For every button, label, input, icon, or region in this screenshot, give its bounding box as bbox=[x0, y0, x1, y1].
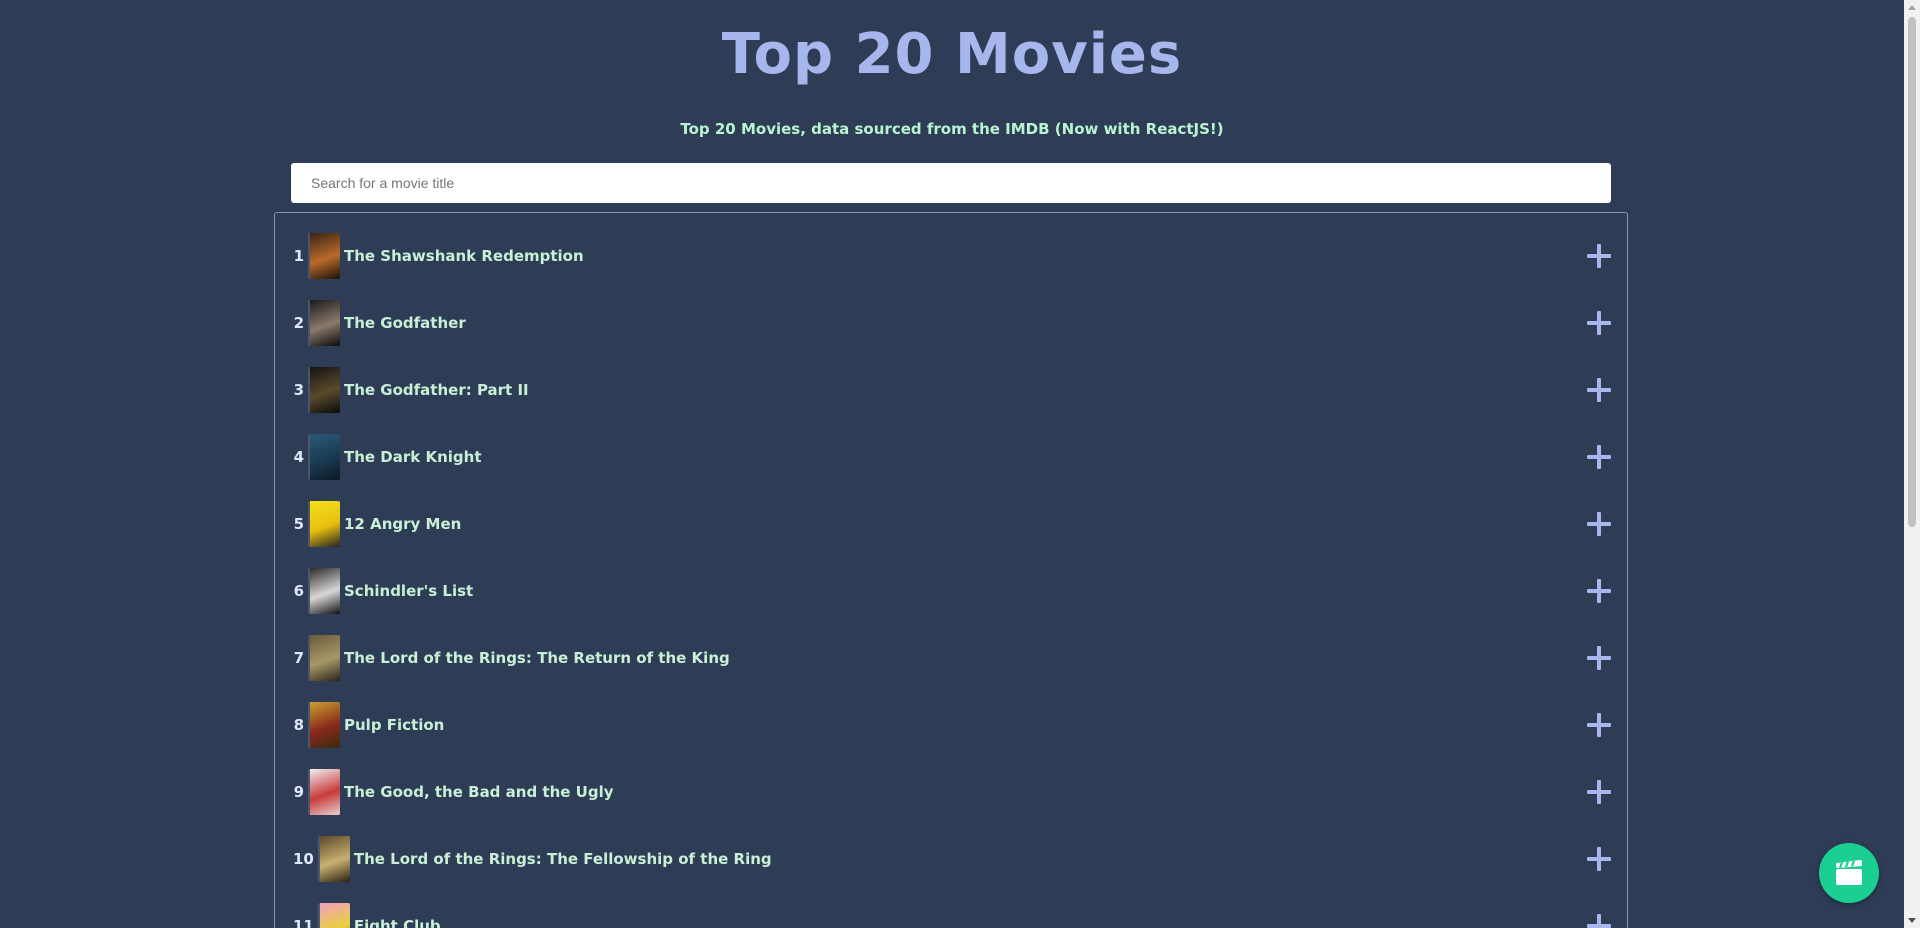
scroll-up-arrow-icon[interactable] bbox=[1908, 5, 1916, 10]
movie-row[interactable]: 10 The Lord of the Rings: The Fellowship … bbox=[293, 834, 1627, 884]
page: Top 20 Movies Top 20 Movies, data source… bbox=[0, 0, 1904, 928]
movie-rank: 1 bbox=[293, 247, 304, 265]
expand-plus-icon[interactable] bbox=[1587, 847, 1611, 871]
movie-poster bbox=[317, 903, 350, 928]
movie-poster bbox=[308, 501, 340, 547]
movie-title[interactable]: The Lord of the Rings: The Fellowship of… bbox=[354, 850, 772, 868]
movie-title[interactable]: Fight Club bbox=[354, 917, 441, 928]
movie-rank: 7 bbox=[293, 649, 304, 667]
expand-plus-icon[interactable] bbox=[1587, 579, 1611, 603]
movie-row[interactable]: 8 Pulp Fiction bbox=[293, 700, 1627, 750]
movie-title[interactable]: The Shawshank Redemption bbox=[344, 247, 584, 265]
movie-row[interactable]: 6 Schindler's List bbox=[293, 566, 1627, 616]
movie-rank: 11 bbox=[293, 917, 314, 928]
movie-rank: 5 bbox=[293, 515, 304, 533]
movie-title[interactable]: The Dark Knight bbox=[344, 448, 482, 466]
movie-poster bbox=[308, 434, 340, 480]
movie-title[interactable]: Schindler's List bbox=[344, 582, 473, 600]
movie-rank: 9 bbox=[293, 783, 304, 801]
movie-poster bbox=[308, 233, 340, 279]
movie-poster bbox=[308, 568, 340, 614]
movie-row[interactable]: 4 The Dark Knight bbox=[293, 432, 1627, 482]
expand-plus-icon[interactable] bbox=[1587, 713, 1611, 737]
movie-title[interactable]: The Good, the Bad and the Ugly bbox=[344, 783, 614, 801]
page-scrollbar[interactable] bbox=[1904, 0, 1920, 928]
expand-plus-icon[interactable] bbox=[1587, 311, 1611, 335]
movie-rank: 3 bbox=[293, 381, 304, 399]
expand-plus-icon[interactable] bbox=[1587, 780, 1611, 804]
movie-poster bbox=[317, 836, 350, 882]
movie-row[interactable]: 7 The Lord of the Rings: The Return of th… bbox=[293, 633, 1627, 683]
movie-title[interactable]: The Godfather: Part II bbox=[344, 381, 529, 399]
expand-plus-icon[interactable] bbox=[1587, 646, 1611, 670]
clapperboard-icon bbox=[1836, 860, 1862, 885]
expand-plus-icon[interactable] bbox=[1587, 378, 1611, 402]
movie-poster bbox=[308, 635, 340, 681]
movie-row[interactable]: 9 The Good, the Bad and the Ugly bbox=[293, 767, 1627, 817]
expand-plus-icon[interactable] bbox=[1587, 244, 1611, 268]
movie-poster bbox=[308, 769, 340, 815]
movie-rank: 2 bbox=[293, 314, 304, 332]
movie-row[interactable]: 2 The Godfather bbox=[293, 298, 1627, 348]
movie-row[interactable]: 11 Fight Club bbox=[293, 901, 1627, 928]
expand-plus-icon[interactable] bbox=[1587, 512, 1611, 536]
movie-title[interactable]: Pulp Fiction bbox=[344, 716, 444, 734]
clapperboard-button[interactable] bbox=[1819, 843, 1879, 903]
movie-title[interactable]: The Godfather bbox=[344, 314, 466, 332]
movie-poster bbox=[308, 702, 340, 748]
movie-poster bbox=[308, 367, 340, 413]
scroll-thumb[interactable] bbox=[1908, 17, 1916, 527]
movie-rank: 10 bbox=[293, 850, 314, 868]
movie-list: 1 The Shawshank Redemption 2 The Godfather 3… bbox=[274, 212, 1628, 928]
movie-rank: 8 bbox=[293, 716, 304, 734]
movie-row[interactable]: 3 The Godfather: Part II bbox=[293, 365, 1627, 415]
page-subtitle: Top 20 Movies, data sourced from the IMD… bbox=[680, 120, 1224, 138]
expand-plus-icon[interactable] bbox=[1587, 445, 1611, 469]
movie-row[interactable]: 1 The Shawshank Redemption bbox=[293, 231, 1627, 281]
expand-plus-icon[interactable] bbox=[1587, 914, 1611, 928]
movie-title[interactable]: The Lord of the Rings: The Return of the… bbox=[344, 649, 730, 667]
scroll-down-arrow-icon[interactable] bbox=[1908, 918, 1916, 923]
search-input[interactable] bbox=[291, 163, 1611, 203]
movie-rank: 4 bbox=[293, 448, 304, 466]
movie-title[interactable]: 12 Angry Men bbox=[344, 515, 461, 533]
movie-row[interactable]: 5 12 Angry Men bbox=[293, 499, 1627, 549]
movie-poster bbox=[308, 300, 340, 346]
movie-rank: 6 bbox=[293, 582, 304, 600]
page-title: Top 20 Movies bbox=[721, 22, 1183, 87]
